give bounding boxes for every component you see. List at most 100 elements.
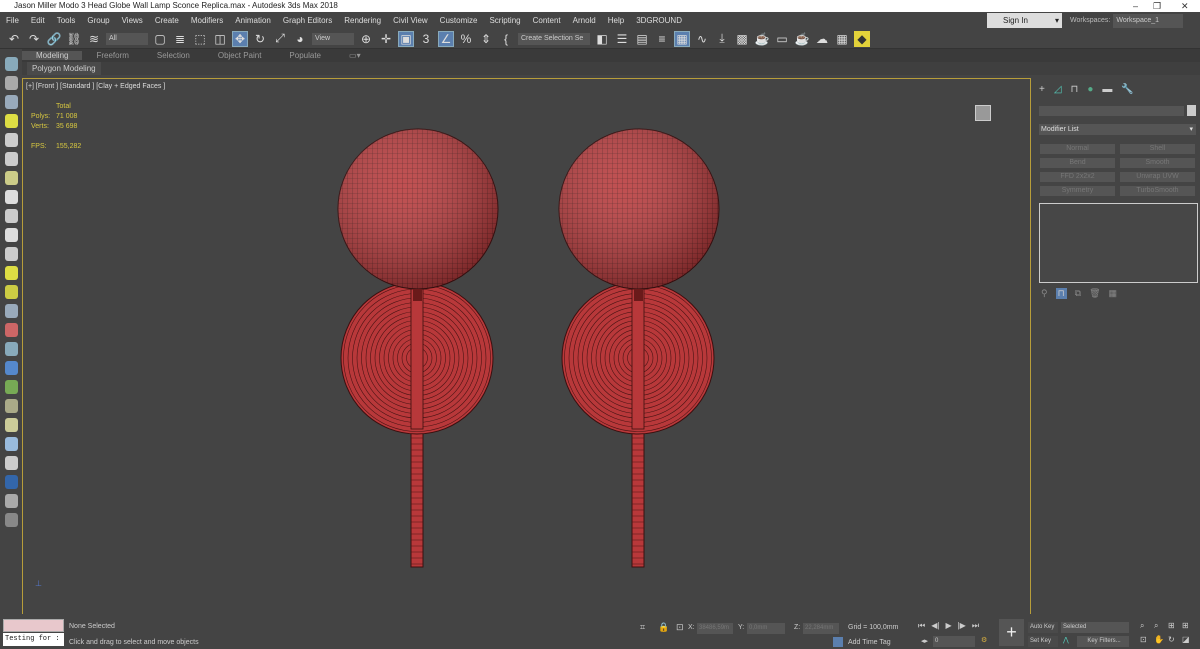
- polygon-modeling-tab[interactable]: Polygon Modeling: [27, 62, 101, 75]
- menu-create[interactable]: Create: [149, 16, 185, 25]
- show-end-result-icon[interactable]: ⊓: [1055, 288, 1067, 299]
- rock-icon[interactable]: [4, 418, 18, 432]
- menu-animation[interactable]: Animation: [229, 16, 277, 25]
- sphere-icon[interactable]: [4, 190, 18, 204]
- selection-filter-dropdown[interactable]: All: [106, 32, 148, 45]
- menu-group[interactable]: Group: [81, 16, 115, 25]
- viewport-front[interactable]: [+] [Front ] [Standard ] [Clay + Edged F…: [22, 78, 1031, 615]
- sun-icon[interactable]: [4, 285, 18, 299]
- z-coordinate-field[interactable]: 22,284mm: [803, 623, 839, 634]
- menu-views[interactable]: Views: [116, 16, 149, 25]
- create-tab-icon[interactable]: +: [1039, 84, 1045, 95]
- link-icon[interactable]: 🔗: [46, 31, 62, 47]
- ribbon-tab-modeling[interactable]: Modeling: [22, 51, 83, 60]
- maxscript-mini-listener-output[interactable]: [3, 619, 64, 632]
- x-coordinate-field[interactable]: 38486,59m: [697, 623, 733, 634]
- keyboard-shortcut-override-icon[interactable]: ▣: [398, 30, 414, 47]
- isolate-selection-icon[interactable]: ⌗: [640, 622, 645, 633]
- play-icon[interactable]: ▶: [945, 621, 951, 631]
- pin-stack-icon[interactable]: ⚲: [1041, 288, 1048, 299]
- render-setup-icon[interactable]: ☕: [754, 31, 770, 47]
- set-key-button[interactable]: Set Key: [1028, 636, 1058, 647]
- ribbon-tab-populate[interactable]: Populate: [275, 51, 335, 60]
- percent-snap-icon[interactable]: %: [458, 31, 474, 47]
- render-production-icon[interactable]: ☕: [794, 31, 810, 47]
- orbit-icon[interactable]: ↻: [1168, 635, 1182, 644]
- menu-customize[interactable]: Customize: [434, 16, 484, 25]
- pivot-icon[interactable]: ⊕: [358, 31, 374, 47]
- modifier-button-unwrap-uvw[interactable]: Unwrap UVW: [1120, 172, 1195, 182]
- menu-arnold[interactable]: Arnold: [567, 16, 602, 25]
- menu-tools[interactable]: Tools: [51, 16, 82, 25]
- align-icon[interactable]: ☰: [614, 31, 630, 47]
- hierarchy-tab-icon[interactable]: ⊓: [1071, 84, 1079, 95]
- modifier-button-shell[interactable]: Shell: [1120, 144, 1195, 154]
- render-cloud-icon[interactable]: ☁: [814, 31, 830, 47]
- previous-frame-icon[interactable]: ◀|: [931, 621, 939, 631]
- menu-graph-editors[interactable]: Graph Editors: [277, 16, 338, 25]
- modifier-button-smooth[interactable]: Smooth: [1120, 158, 1195, 168]
- move-icon[interactable]: ✥: [232, 30, 248, 47]
- selection-lock-icon[interactable]: 🔒: [658, 622, 669, 633]
- object-name-input[interactable]: [1039, 106, 1184, 116]
- globe-icon[interactable]: [4, 361, 18, 375]
- menu-file[interactable]: File: [0, 16, 25, 25]
- redo-icon[interactable]: ↷: [26, 31, 42, 47]
- reference-coordinate-dropdown[interactable]: View: [312, 32, 354, 45]
- key-mode-dropdown[interactable]: Selected: [1061, 622, 1129, 633]
- light-icon[interactable]: [4, 133, 18, 147]
- placement-icon[interactable]: ◕: [292, 31, 308, 47]
- minimize-button[interactable]: –: [1133, 0, 1138, 12]
- light-target-icon[interactable]: [4, 247, 18, 261]
- zoom-extents-icon[interactable]: ⊞: [1168, 621, 1182, 631]
- current-frame-field[interactable]: 0: [933, 636, 975, 647]
- undo-icon[interactable]: ↶: [6, 31, 22, 47]
- y-coordinate-field[interactable]: 0,0mm: [747, 623, 785, 634]
- menu-edit[interactable]: Edit: [25, 16, 51, 25]
- spacewarp-icon[interactable]: [4, 304, 18, 318]
- zoom-extents-all-icon[interactable]: ⊞: [1182, 621, 1196, 631]
- unlink-icon[interactable]: ⛓: [66, 31, 82, 47]
- scale-icon[interactable]: ⤢: [272, 31, 288, 47]
- paint-icon[interactable]: [4, 342, 18, 356]
- remove-modifier-icon[interactable]: 🗑: [1089, 288, 1100, 299]
- box-icon[interactable]: [4, 209, 18, 223]
- layers-icon[interactable]: [4, 114, 18, 128]
- select-by-name-icon[interactable]: ≣: [172, 31, 188, 47]
- sphere-shaded-icon[interactable]: [4, 437, 18, 451]
- edit-named-selection-icon[interactable]: {: [498, 31, 514, 47]
- modifier-button-normal[interactable]: Normal: [1040, 144, 1115, 154]
- schematic-view-icon[interactable]: ⤓: [714, 31, 730, 47]
- ribbon-tab-object-paint[interactable]: Object Paint: [204, 51, 276, 60]
- go-to-start-icon[interactable]: ⏮: [918, 621, 925, 631]
- render-iterative-icon[interactable]: ▦: [834, 31, 850, 47]
- sign-in-button[interactable]: Sign In ▾: [987, 13, 1062, 28]
- window-crossing-icon[interactable]: ◫: [212, 31, 228, 47]
- menu-scripting[interactable]: Scripting: [483, 16, 526, 25]
- helper-icon[interactable]: [4, 266, 18, 280]
- plane-icon[interactable]: [4, 456, 18, 470]
- rect-selection-icon[interactable]: ⬚: [192, 31, 208, 47]
- add-time-tag[interactable]: Add Time Tag: [848, 639, 891, 646]
- ribbon-toggle-icon[interactable]: ▦: [674, 30, 690, 47]
- default-tangents-icon[interactable]: ⋀: [1063, 636, 1069, 644]
- sphere-blue-icon[interactable]: [4, 475, 18, 489]
- scene-explorer-icon[interactable]: ▤: [634, 31, 650, 47]
- display-tab-icon[interactable]: ▬: [1102, 84, 1112, 95]
- rotate-icon[interactable]: ↻: [252, 31, 268, 47]
- scene-explorer-icon[interactable]: [4, 95, 18, 109]
- time-tag-icon[interactable]: [833, 637, 843, 647]
- brush-icon[interactable]: [4, 399, 18, 413]
- rendered-frame-icon[interactable]: ▭: [774, 31, 790, 47]
- menu-rendering[interactable]: Rendering: [338, 16, 387, 25]
- viewport-layout-icon[interactable]: [4, 76, 18, 90]
- modifier-stack[interactable]: [1039, 203, 1198, 283]
- time-configuration-icon[interactable]: ⚙: [981, 636, 987, 644]
- help-icon[interactable]: [4, 513, 18, 527]
- cactus-icon[interactable]: [4, 380, 18, 394]
- spinner-snap-icon[interactable]: ⇕: [478, 31, 494, 47]
- key-filters-button[interactable]: Key Filters...: [1077, 636, 1129, 647]
- tape-icon[interactable]: [4, 152, 18, 166]
- restore-button[interactable]: ❐: [1153, 0, 1161, 12]
- zoom-icon[interactable]: ⌕: [1140, 621, 1154, 631]
